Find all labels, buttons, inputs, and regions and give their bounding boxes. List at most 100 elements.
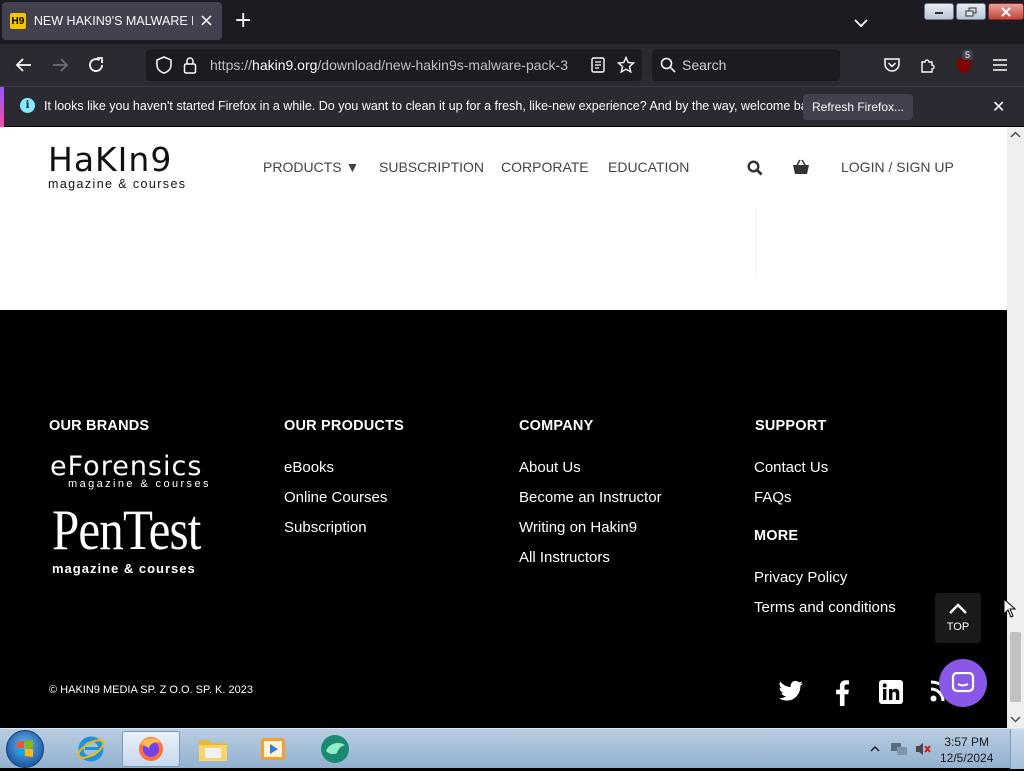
pocket-icon[interactable] <box>882 55 902 75</box>
bookmark-star-icon[interactable] <box>616 55 636 75</box>
twitter-icon[interactable] <box>778 680 804 706</box>
site-header: HaKIn9 magazine & courses PRODUCTS ▼ SUB… <box>0 127 1007 207</box>
clock-date: 12/5/2024 <box>940 751 994 765</box>
search-placeholder: Search <box>682 57 727 73</box>
menu-subscription[interactable]: SUBSCRIPTION <box>379 159 484 175</box>
brands-heading: OUR BRANDS <box>49 418 150 434</box>
tab-list-chevron-icon[interactable] <box>854 13 868 32</box>
footer-link-subscription[interactable]: Subscription <box>284 519 367 536</box>
back-to-top-button[interactable]: TOP <box>935 593 981 643</box>
search-icon <box>658 55 678 75</box>
footer-link-contact-us[interactable]: Contact Us <box>754 459 828 476</box>
tab-close-icon[interactable]: × <box>199 12 214 30</box>
firefox-taskbar-icon[interactable] <box>122 731 180 767</box>
menu-education[interactable]: EDUCATION <box>608 159 689 175</box>
media-player-icon[interactable] <box>244 731 302 767</box>
pentest-tagline: magazine & courses <box>52 561 196 576</box>
footer-link-ebooks[interactable]: eBooks <box>284 459 334 476</box>
site-search-icon[interactable] <box>747 160 763 180</box>
close-window-button[interactable] <box>988 3 1024 20</box>
menu-products[interactable]: PRODUCTS ▼ <box>263 159 359 175</box>
tab-title: NEW HAKIN9'S MALWARE PACK <box>33 14 193 28</box>
refresh-firefox-notification: i It looks like you haven't started Fire… <box>0 86 1024 127</box>
scroll-thumb[interactable] <box>1010 632 1021 702</box>
system-clock[interactable]: 3:57 PM 12/5/2024 <box>940 734 993 766</box>
reader-view-icon[interactable] <box>588 55 608 75</box>
chat-widget-button[interactable] <box>939 659 987 707</box>
products-heading: OUR PRODUCTS <box>284 418 405 434</box>
scroll-up-arrow-icon[interactable] <box>1007 129 1024 141</box>
refresh-firefox-button[interactable]: Refresh Firefox... <box>803 94 913 120</box>
footer-link-about-us[interactable]: About Us <box>519 459 581 476</box>
eforensics-logo[interactable]: eForensics magazine & courses <box>50 451 211 491</box>
footer-link-terms[interactable]: Terms and conditions <box>754 599 896 616</box>
volume-muted-icon[interactable] <box>914 741 932 757</box>
eforensics-wordmark: eForensics <box>50 451 203 482</box>
logo-tagline: magazine & courses <box>48 177 187 191</box>
network-icon[interactable] <box>890 741 908 757</box>
hakin9-logo[interactable]: HaKIn9 magazine & courses <box>48 140 187 191</box>
linkedin-icon[interactable] <box>879 680 903 708</box>
logo-wordmark: HaKIn9 <box>48 140 173 179</box>
tray-expand-icon[interactable] <box>870 745 880 753</box>
search-bar[interactable]: Search <box>652 49 840 81</box>
restore-button[interactable] <box>956 3 986 20</box>
url-text: https://hakin9.org/download/new-hakin9s-… <box>210 57 568 73</box>
browser-tab-bar: H9 NEW HAKIN9'S MALWARE PACK × + <box>0 0 1024 44</box>
footer-link-all-instructors[interactable]: All Instructors <box>519 549 610 566</box>
site-footer: OUR BRANDS OUR PRODUCTS COMPANY SUPPORT … <box>0 310 1007 728</box>
more-heading: MORE <box>754 528 799 544</box>
lock-icon[interactable] <box>180 55 200 75</box>
windows-logo-icon <box>17 740 33 757</box>
cart-basket-icon[interactable] <box>792 159 810 179</box>
menu-corporate[interactable]: CORPORATE <box>501 159 589 175</box>
forward-arrow-icon[interactable] <box>50 55 70 75</box>
windows-taskbar: 3:57 PM 12/5/2024 <box>0 728 1024 769</box>
extensions-puzzle-icon[interactable] <box>918 55 938 75</box>
minimize-button[interactable] <box>924 3 954 20</box>
browser-nav-bar: https://hakin9.org/download/new-hakin9s-… <box>0 44 1024 86</box>
hakin9-favicon-icon: H9 <box>10 13 26 29</box>
footer-link-online-courses[interactable]: Online Courses <box>284 489 387 506</box>
tracking-shield-icon[interactable] <box>154 55 174 75</box>
scroll-down-arrow-icon[interactable] <box>1007 713 1024 725</box>
chevron-up-icon <box>949 603 967 614</box>
new-tab-icon[interactable]: + <box>234 10 252 32</box>
eforensics-tagline: magazine & courses <box>68 478 211 490</box>
reload-icon[interactable] <box>86 55 106 75</box>
internet-explorer-icon[interactable] <box>62 731 120 767</box>
footer-link-writing-on-hakin9[interactable]: Writing on Hakin9 <box>519 519 637 536</box>
footer-link-privacy-policy[interactable]: Privacy Policy <box>754 569 847 586</box>
page-scrollbar[interactable] <box>1007 127 1024 728</box>
file-explorer-icon[interactable] <box>184 731 242 767</box>
pentest-wordmark: PenTest <box>52 499 201 562</box>
chat-icon <box>951 672 975 693</box>
show-desktop-button[interactable] <box>1010 729 1024 769</box>
extension-badge: 5 <box>962 50 974 60</box>
footer-link-become-instructor[interactable]: Become an Instructor <box>519 489 662 506</box>
notification-close-icon[interactable]: ✕ <box>992 97 1005 116</box>
browser-tab[interactable]: H9 NEW HAKIN9'S MALWARE PACK × <box>2 2 222 40</box>
facebook-icon[interactable] <box>834 680 850 710</box>
top-label: TOP <box>946 621 970 633</box>
app-bird-icon[interactable] <box>306 731 364 767</box>
content-area <box>0 207 1007 310</box>
copyright-text: © HAKIN9 MEDIA SP. Z O.O. SP. K. 2023 <box>49 684 253 696</box>
divider <box>755 207 756 277</box>
windows-start-button[interactable] <box>6 730 44 768</box>
info-icon: i <box>20 98 35 113</box>
window-controls <box>924 3 1024 20</box>
footer-link-faqs[interactable]: FAQs <box>754 489 792 506</box>
page-viewport: HaKIn9 magazine & courses PRODUCTS ▼ SUB… <box>0 127 1007 728</box>
hamburger-menu-icon[interactable] <box>990 55 1010 75</box>
login-signup-link[interactable]: LOGIN / SIGN UP <box>841 159 954 175</box>
clock-time: 3:57 PM <box>944 735 990 749</box>
back-arrow-icon[interactable] <box>14 55 34 75</box>
notification-message: It looks like you haven't started Firefo… <box>44 99 824 113</box>
mouse-cursor-icon <box>1003 598 1017 618</box>
notification-accent <box>0 87 4 127</box>
company-heading: COMPANY <box>519 418 594 434</box>
pentest-logo[interactable]: PenTest magazine & courses <box>52 499 225 576</box>
url-bar[interactable]: https://hakin9.org/download/new-hakin9s-… <box>146 49 642 81</box>
support-heading: SUPPORT <box>755 418 827 434</box>
